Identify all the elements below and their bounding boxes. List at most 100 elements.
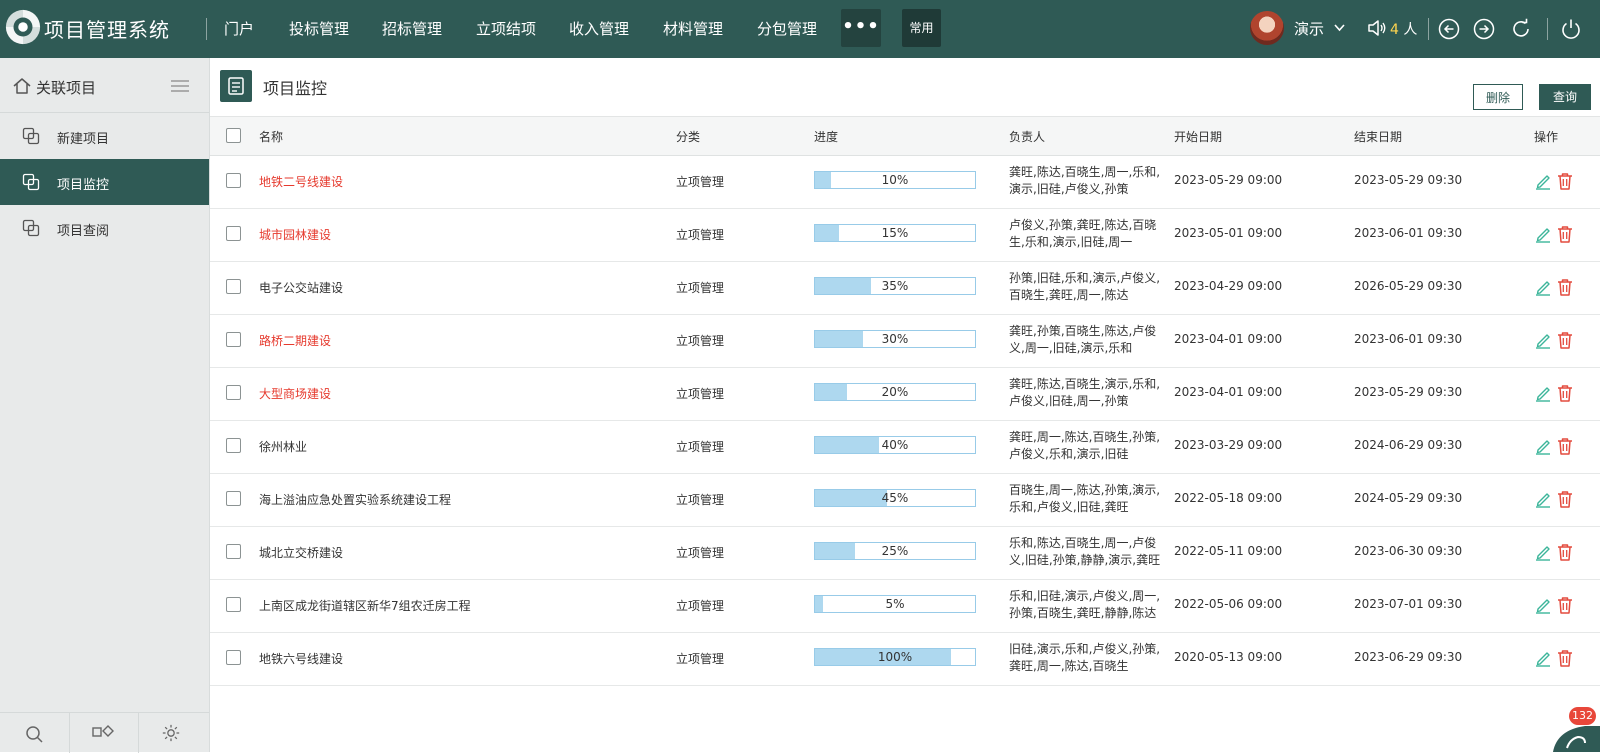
sidebar-item-new-project[interactable]: 新建项目	[0, 113, 209, 159]
row-checkbox[interactable]	[226, 491, 241, 506]
progress-label: 5%	[885, 597, 905, 611]
sidebar-footer	[0, 712, 209, 753]
query-button[interactable]: 查询	[1539, 84, 1591, 110]
delete-icon[interactable]	[1556, 648, 1574, 668]
notification-badge: 132	[1569, 707, 1596, 725]
copy-icon	[22, 173, 40, 191]
edit-icon[interactable]	[1534, 543, 1552, 561]
delete-icon[interactable]	[1556, 595, 1574, 615]
column-header-actions: 操作	[1534, 130, 1559, 144]
edit-icon[interactable]	[1534, 437, 1552, 455]
project-name[interactable]: 地铁二号线建设	[259, 173, 343, 190]
edit-icon[interactable]	[1534, 490, 1552, 508]
project-category: 立项管理	[676, 652, 725, 666]
row-checkbox[interactable]	[226, 544, 241, 559]
delete-icon[interactable]	[1556, 542, 1574, 562]
project-name[interactable]: 地铁六号线建设	[259, 650, 343, 667]
table-row: 上南区成龙街道辖区新华7组农迁房工程 立项管理 5% 乐和,旧硅,演示,卢俊义,…	[210, 579, 1600, 633]
chevron-down-icon[interactable]	[1333, 18, 1346, 38]
row-checkbox[interactable]	[226, 173, 241, 188]
divider	[1428, 18, 1429, 40]
edit-icon[interactable]	[1534, 649, 1552, 667]
progress-bar: 20%	[814, 383, 976, 401]
start-date: 2020-05-13 09:00	[1174, 650, 1283, 664]
delete-button[interactable]: 删除	[1473, 84, 1523, 110]
row-checkbox[interactable]	[226, 279, 241, 294]
project-name[interactable]: 上南区成龙街道辖区新华7组农迁房工程	[259, 597, 471, 614]
row-checkbox[interactable]	[226, 332, 241, 347]
table-row: 海上溢油应急处置实验系统建设工程 立项管理 45% 百晓生,周一,陈达,孙策,演…	[210, 473, 1600, 527]
row-checkbox[interactable]	[226, 438, 241, 453]
edit-icon[interactable]	[1534, 384, 1552, 402]
delete-icon[interactable]	[1556, 277, 1574, 297]
edit-icon[interactable]	[1534, 172, 1552, 190]
power-icon[interactable]	[1559, 17, 1583, 41]
delete-icon[interactable]	[1556, 171, 1574, 191]
progress-bar: 45%	[814, 489, 976, 507]
delete-icon[interactable]	[1556, 224, 1574, 244]
nav-item-tendering[interactable]: 招标管理	[382, 18, 442, 39]
project-name[interactable]: 徐州林业	[259, 438, 307, 455]
progress-bar: 30%	[814, 330, 976, 348]
column-header-category[interactable]: 分类	[676, 128, 700, 145]
sidebar-item-project-view[interactable]: 项目查阅	[0, 205, 209, 251]
end-date: 2024-05-29 09:30	[1354, 491, 1463, 505]
sidebar-item-project-monitor[interactable]: 项目监控	[0, 159, 209, 205]
sidebar-footer-settings[interactable]	[138, 713, 207, 753]
delete-icon[interactable]	[1556, 436, 1574, 456]
row-checkbox[interactable]	[226, 597, 241, 612]
progress-label: 30%	[881, 332, 909, 346]
avatar[interactable]	[1250, 11, 1284, 45]
row-checkbox[interactable]	[226, 385, 241, 400]
column-header-start-date[interactable]: 开始日期	[1174, 128, 1222, 145]
row-checkbox[interactable]	[226, 226, 241, 241]
sidebar-footer-search[interactable]	[0, 713, 70, 753]
progress-label: 100%	[877, 650, 913, 664]
project-name[interactable]: 大型商场建设	[259, 385, 331, 402]
nav-item-subcontract[interactable]: 分包管理	[757, 18, 817, 39]
forward-icon[interactable]	[1472, 17, 1496, 41]
column-header-owner[interactable]: 负责人	[1009, 128, 1045, 145]
app-logo-icon	[5, 9, 41, 45]
notification-widget[interactable]: 132	[1545, 707, 1600, 752]
project-name[interactable]: 城市园林建设	[259, 226, 331, 243]
table-row: 地铁六号线建设 立项管理 100% 旧硅,演示,乐和,卢俊义,孙策,龚旺,周一,…	[210, 632, 1600, 686]
nav-item-materials[interactable]: 材料管理	[663, 18, 723, 39]
delete-icon[interactable]	[1556, 383, 1574, 403]
sidebar-footer-apps[interactable]	[69, 713, 139, 753]
progress-bar: 15%	[814, 224, 976, 242]
project-name[interactable]: 海上溢油应急处置实验系统建设工程	[259, 491, 451, 508]
progress-label: 25%	[881, 544, 909, 558]
nav-item-bidding[interactable]: 投标管理	[289, 18, 349, 39]
column-header-progress[interactable]: 进度	[814, 128, 838, 145]
gear-icon	[162, 724, 180, 742]
edit-icon[interactable]	[1534, 596, 1552, 614]
project-name[interactable]: 电子公交站建设	[259, 279, 343, 296]
delete-icon[interactable]	[1556, 330, 1574, 350]
end-date: 2024-06-29 09:30	[1354, 438, 1463, 452]
delete-icon[interactable]	[1556, 489, 1574, 509]
nav-item-project-setup[interactable]: 立项结项	[476, 18, 536, 39]
refresh-icon[interactable]	[1509, 17, 1533, 41]
more-menu-button[interactable]: •••	[841, 9, 881, 47]
project-name[interactable]: 路桥二期建设	[259, 332, 331, 349]
apps-icon	[92, 725, 114, 737]
nav-item-portal[interactable]: 门户	[224, 18, 254, 39]
row-checkbox[interactable]	[226, 650, 241, 665]
common-button[interactable]: 常用	[902, 9, 941, 47]
home-icon[interactable]	[12, 76, 32, 96]
edit-icon[interactable]	[1534, 278, 1552, 296]
user-name[interactable]: 演示	[1294, 18, 1324, 39]
speaker-icon[interactable]	[1366, 17, 1388, 39]
start-date: 2023-03-29 09:00	[1174, 438, 1283, 452]
back-icon[interactable]	[1437, 17, 1461, 41]
column-header-name[interactable]: 名称	[259, 128, 283, 145]
edit-icon[interactable]	[1534, 331, 1552, 349]
select-all-checkbox[interactable]	[226, 128, 241, 143]
search-icon	[26, 726, 43, 743]
nav-item-income[interactable]: 收入管理	[569, 18, 629, 39]
project-name[interactable]: 城北立交桥建设	[259, 544, 343, 561]
menu-collapse-icon[interactable]	[170, 78, 190, 94]
edit-icon[interactable]	[1534, 225, 1552, 243]
column-header-end-date[interactable]: 结束日期	[1354, 128, 1402, 145]
